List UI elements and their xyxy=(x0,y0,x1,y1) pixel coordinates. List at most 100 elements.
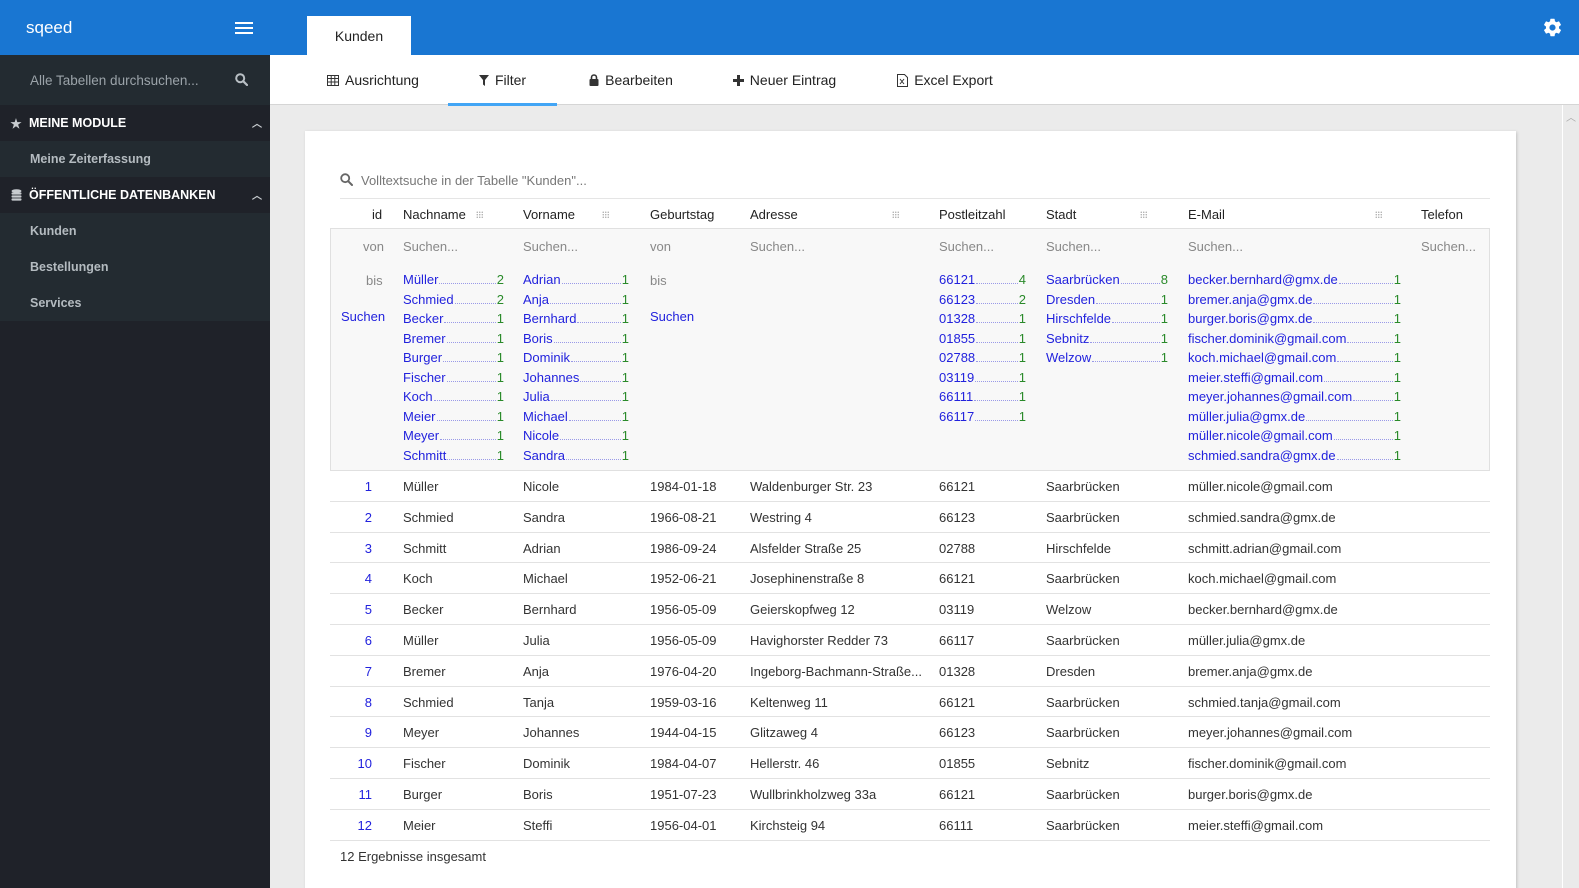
facet-item[interactable]: Burger 1 xyxy=(403,350,504,370)
facet-item[interactable]: Julia 1 xyxy=(523,389,629,409)
neuer-eintrag-button[interactable]: Neuer Eintrag xyxy=(732,55,837,105)
facet-item[interactable]: Meyer 1 xyxy=(403,428,504,448)
sidebar-item-meine-zeiterfassung[interactable]: Meine Zeiterfassung xyxy=(0,141,270,177)
facet-item[interactable]: Schmitt 1 xyxy=(403,448,504,468)
facet-item[interactable]: fischer.dominik@gmail.com 1 xyxy=(1188,331,1401,351)
facet-item[interactable]: Nicole 1 xyxy=(523,428,629,448)
column-header-email[interactable]: E-Mail xyxy=(1188,207,1225,222)
facet-item[interactable]: 66121 4 xyxy=(939,272,1026,292)
facet-item[interactable]: Dominik 1 xyxy=(523,350,629,370)
app-logo[interactable]: sqeed xyxy=(26,18,72,38)
column-header-postleitzahl[interactable]: Postleitzahl xyxy=(939,207,1005,222)
facet-item[interactable]: 03119 1 xyxy=(939,370,1026,390)
facet-item[interactable]: Müller 2 xyxy=(403,272,504,292)
facet-item[interactable]: meyer.johannes@gmail.com 1 xyxy=(1188,389,1401,409)
facet-item[interactable]: Welzow 1 xyxy=(1046,350,1168,370)
sidebar-item-kunden[interactable]: Kunden xyxy=(0,213,270,249)
filter-button[interactable]: Filter xyxy=(448,55,557,106)
column-header-geburtstag[interactable]: Geburtstag xyxy=(650,207,714,222)
vertical-scrollbar[interactable]: ︿ xyxy=(1562,105,1579,888)
cell-id[interactable]: 7 xyxy=(348,664,372,679)
scroll-up-icon[interactable]: ︿ xyxy=(1566,109,1576,124)
facet-item[interactable]: bremer.anja@gmx.de 1 xyxy=(1188,292,1401,312)
chevron-up-icon[interactable]: ︿ xyxy=(252,187,262,202)
facet-item[interactable]: Hirschfelde 1 xyxy=(1046,311,1168,331)
cell-id[interactable]: 9 xyxy=(348,725,372,740)
cell-id[interactable]: 1 xyxy=(348,479,372,494)
table-row[interactable]: 3 Schmitt Adrian 1986-09-24 Alsfelder Straße… xyxy=(330,533,1490,564)
column-header-stadt[interactable]: Stadt xyxy=(1046,207,1076,222)
facet-item[interactable]: Dresden 1 xyxy=(1046,292,1168,312)
facet-item[interactable]: Bernhard 1 xyxy=(523,311,629,331)
facet-item[interactable]: Koch 1 xyxy=(403,389,504,409)
table-row[interactable]: 10 Fischer Dominik 1984-04-07 Hellerstr. 46 0… xyxy=(330,748,1490,779)
facet-item[interactable]: schmied.sandra@gmx.de 1 xyxy=(1188,448,1401,468)
facet-item[interactable]: Johannes 1 xyxy=(523,370,629,390)
column-resize-handle[interactable] xyxy=(1140,211,1148,219)
table-row[interactable]: 1 Müller Nicole 1984-01-18 Waldenburger Str.… xyxy=(330,471,1490,502)
facet-item[interactable]: Boris 1 xyxy=(523,331,629,351)
section-meine-module[interactable]: ★ MEINE MODULE ︿ xyxy=(0,105,270,141)
facet-item[interactable]: koch.michael@gmail.com 1 xyxy=(1188,350,1401,370)
facet-item[interactable]: burger.boris@gmx.de 1 xyxy=(1188,311,1401,331)
cell-id[interactable]: 10 xyxy=(348,756,372,771)
telefon-filter-input[interactable] xyxy=(1421,239,1489,254)
fulltext-search-input[interactable] xyxy=(361,173,961,188)
facet-item[interactable]: Bremer 1 xyxy=(403,331,504,351)
tab-kunden[interactable]: Kunden xyxy=(307,16,411,55)
facet-item[interactable]: 66111 1 xyxy=(939,389,1026,409)
column-resize-handle[interactable] xyxy=(476,211,484,219)
table-row[interactable]: 7 Bremer Anja 1976-04-20 Ingeborg-Bachmann-S… xyxy=(330,656,1490,687)
menu-toggle-icon[interactable] xyxy=(235,22,253,34)
facet-item[interactable]: 02788 1 xyxy=(939,350,1026,370)
column-resize-handle[interactable] xyxy=(1375,211,1383,219)
table-row[interactable]: 4 Koch Michael 1952-06-21 Josephinenstraße 8… xyxy=(330,563,1490,595)
table-row[interactable]: 2 Schmied Sandra 1966-08-21 Westring 4 66123 S… xyxy=(330,502,1490,533)
chevron-up-icon[interactable]: ︿ xyxy=(252,115,262,130)
facet-item[interactable]: Schmied 2 xyxy=(403,292,504,312)
email-filter-input[interactable] xyxy=(1188,239,1328,254)
id-from-label[interactable]: von xyxy=(363,239,384,254)
gear-icon[interactable] xyxy=(1542,17,1563,41)
cell-id[interactable]: 6 xyxy=(348,633,372,648)
table-row[interactable]: 8 Schmied Tanja 1959-03-16 Keltenweg 11 66121… xyxy=(330,687,1490,718)
column-resize-handle[interactable] xyxy=(602,211,610,219)
facet-item[interactable]: meier.steffi@gmail.com 1 xyxy=(1188,370,1401,390)
facet-item[interactable]: 66123 2 xyxy=(939,292,1026,312)
facet-item[interactable]: Sebnitz 1 xyxy=(1046,331,1168,351)
facet-item[interactable]: Michael 1 xyxy=(523,409,629,429)
facet-item[interactable]: Meier 1 xyxy=(403,409,504,429)
sidebar-search-input[interactable] xyxy=(30,72,220,88)
facet-item[interactable]: Saarbrücken 8 xyxy=(1046,272,1168,292)
cell-id[interactable]: 5 xyxy=(348,602,372,617)
facet-item[interactable]: Adrian 1 xyxy=(523,272,629,292)
nachname-filter-input[interactable] xyxy=(403,239,503,254)
id-to-label[interactable]: bis xyxy=(366,273,383,288)
facet-item[interactable]: becker.bernhard@gmx.de 1 xyxy=(1188,272,1401,292)
table-row[interactable]: 12 Meier Steffi 1956-04-01 Kirchsteig 94 6611… xyxy=(330,810,1490,841)
id-search-link[interactable]: Suchen xyxy=(341,309,385,324)
geburtstag-search-link[interactable]: Suchen xyxy=(650,309,694,324)
bearbeiten-button[interactable]: Bearbeiten xyxy=(586,55,676,105)
ausrichtung-button[interactable]: Ausrichtung xyxy=(325,55,421,105)
table-row[interactable]: 9 Meyer Johannes 1944-04-15 Glitzaweg 4 66123… xyxy=(330,717,1490,749)
facet-item[interactable]: 01855 1 xyxy=(939,331,1026,351)
column-header-telefon[interactable]: Telefon xyxy=(1421,207,1463,222)
cell-id[interactable]: 4 xyxy=(348,571,372,586)
table-row[interactable]: 11 Burger Boris 1951-07-23 Wullbrinkholzweg … xyxy=(330,779,1490,810)
facet-item[interactable]: Anja 1 xyxy=(523,292,629,312)
facet-item[interactable]: Becker 1 xyxy=(403,311,504,331)
adresse-filter-input[interactable] xyxy=(750,239,870,254)
cell-id[interactable]: 8 xyxy=(348,695,372,710)
facet-item[interactable]: Fischer 1 xyxy=(403,370,504,390)
geburtstag-from-label[interactable]: von xyxy=(650,239,671,254)
facet-item[interactable]: 66117 1 xyxy=(939,409,1026,429)
facet-item[interactable]: 01328 1 xyxy=(939,311,1026,331)
cell-id[interactable]: 12 xyxy=(348,818,372,833)
column-header-nachname[interactable]: Nachname xyxy=(403,207,466,222)
search-icon[interactable] xyxy=(235,73,249,89)
sidebar-item-bestellungen[interactable]: Bestellungen xyxy=(0,249,270,285)
table-row[interactable]: 6 Müller Julia 1956-05-09 Havighorster Redde… xyxy=(330,625,1490,656)
stadt-filter-input[interactable] xyxy=(1046,239,1146,254)
column-header-adresse[interactable]: Adresse xyxy=(750,207,798,222)
